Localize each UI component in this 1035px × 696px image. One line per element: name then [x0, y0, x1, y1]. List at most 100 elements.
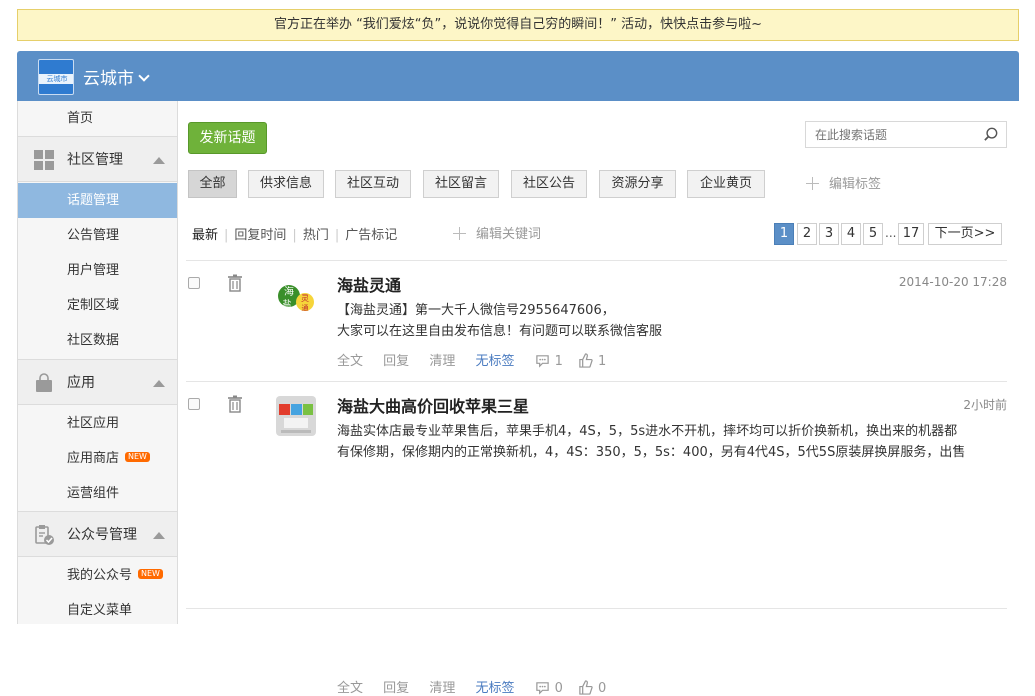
- comment-icon[interactable]: [535, 680, 550, 695]
- like-icon[interactable]: [578, 353, 593, 368]
- clean-link[interactable]: 清理: [429, 681, 455, 696]
- tag-link[interactable]: 无标签: [475, 354, 514, 369]
- sidebar-group-label: 社区管理: [67, 152, 123, 168]
- topic-time: 2小时前: [963, 398, 1007, 412]
- page-4[interactable]: 4: [841, 223, 861, 245]
- sidebar-item-community-apps[interactable]: 社区应用: [18, 406, 177, 441]
- grid-icon: [34, 150, 54, 170]
- sidebar-item-my-public-account[interactable]: 我的公众号 NEW: [18, 558, 177, 593]
- collapse-arrow-icon[interactable]: [153, 157, 165, 164]
- topic-avatar: 海 盐 灵 通: [276, 275, 316, 315]
- tag-all[interactable]: 全部: [188, 170, 237, 198]
- notice-banner[interactable]: 官方正在举办 “我们爱炫“负”，说说你觉得自己穷的瞬间！” 活动，快快点击参与啦…: [17, 9, 1019, 41]
- tag-supply-demand[interactable]: 供求信息: [248, 170, 324, 198]
- sort-latest[interactable]: 最新: [192, 228, 218, 243]
- city-name[interactable]: 云城市: [83, 69, 134, 89]
- sidebar-item-user-manage[interactable]: 用户管理: [18, 253, 177, 288]
- main-content: 发新话题 全部 供求信息 社区互动 社区留言 社区公告 资源分享 企业黄页 编辑…: [178, 101, 1019, 696]
- sort-hot[interactable]: 热门: [303, 228, 329, 243]
- new-badge: NEW: [125, 452, 150, 462]
- collapse-arrow-icon[interactable]: [153, 532, 165, 539]
- like-icon[interactable]: [578, 680, 593, 695]
- sidebar-group-public-account[interactable]: 公众号管理: [18, 511, 177, 557]
- collapse-arrow-icon[interactable]: [153, 380, 165, 387]
- reply-link[interactable]: 回复: [383, 354, 409, 369]
- full-text-link[interactable]: 全文: [337, 681, 363, 696]
- topic-title[interactable]: 海盐灵通: [337, 272, 401, 296]
- topic-body-line: 大家可以在这里自由发布信息！有问题可以联系微信客服: [337, 324, 663, 339]
- topic-time: 2014-10-20 17:28: [898, 275, 1007, 289]
- city-switcher[interactable]: 云城市: [83, 64, 150, 89]
- top-header: 云城市 云城市: [17, 51, 1019, 101]
- sidebar-group-label: 公众号管理: [67, 527, 137, 543]
- sidebar-item-custom-area[interactable]: 定制区域: [18, 288, 177, 323]
- divider: [186, 608, 1007, 609]
- topic-checkbox[interactable]: [188, 277, 200, 289]
- topic-body-line: 有保修期，保修期内的正常换新机，4，4S：350，5，5s：400，另有4代4S…: [337, 445, 966, 460]
- tag-link[interactable]: 无标签: [475, 681, 514, 696]
- full-text-link[interactable]: 全文: [337, 354, 363, 369]
- plus-icon: [453, 227, 466, 240]
- sidebar-item-operation-widgets[interactable]: 运营组件: [18, 476, 177, 511]
- new-topic-button[interactable]: 发新话题: [188, 122, 267, 154]
- page-1[interactable]: 1: [774, 223, 794, 245]
- new-badge: NEW: [138, 569, 163, 579]
- sidebar-item-announcement-manage[interactable]: 公告管理: [18, 218, 177, 253]
- svg-text:灵: 灵: [301, 294, 309, 303]
- sidebar-item-community-data[interactable]: 社区数据: [18, 323, 177, 358]
- trash-icon[interactable]: [226, 274, 244, 292]
- tag-community-interaction[interactable]: 社区互动: [335, 170, 411, 198]
- sidebar-item-label: 应用商店: [67, 451, 120, 466]
- sidebar-item-custom-menu[interactable]: 自定义菜单: [18, 593, 177, 628]
- sort-reply-time[interactable]: 回复时间: [234, 228, 286, 243]
- topic-title[interactable]: 海盐大曲高价回收苹果三星: [337, 393, 529, 417]
- comment-icon[interactable]: [535, 353, 550, 368]
- sidebar-item-topic-manage[interactable]: 话题管理: [18, 183, 177, 218]
- sidebar-item-label: 我的公众号: [67, 568, 133, 583]
- topic-checkbox[interactable]: [188, 398, 200, 410]
- clean-link[interactable]: 清理: [429, 354, 455, 369]
- notice-text[interactable]: 官方正在举办 “我们爱炫“负”，说说你觉得自己穷的瞬间！” 活动，快快点击参与啦…: [274, 17, 762, 32]
- comment-count: 0: [554, 681, 563, 696]
- topic-body: 【海盐灵通】第一大千人微信号2955647606， 大家可以在这里自由发布信息！…: [337, 300, 1007, 342]
- topic-body-line: 【海盐灵通】第一大千人微信号2955647606，: [337, 303, 615, 318]
- chevron-down-icon[interactable]: [138, 70, 150, 82]
- page-3[interactable]: 3: [819, 223, 839, 245]
- sidebar-group-label: 应用: [67, 375, 95, 391]
- edit-keywords-label: 编辑关键词: [476, 227, 542, 242]
- page-5[interactable]: 5: [863, 223, 883, 245]
- page-last[interactable]: 17: [898, 223, 924, 245]
- edit-keywords-button[interactable]: 编辑关键词: [453, 223, 541, 242]
- tag-business-directory[interactable]: 企业黄页: [687, 170, 765, 198]
- sidebar-item-home[interactable]: 首页: [18, 101, 177, 136]
- sidebar-group-apps[interactable]: 应用: [18, 359, 177, 405]
- page-2[interactable]: 2: [797, 223, 817, 245]
- sort-options: 最新 | 回复时间 | 热门 | 广告标记: [192, 228, 398, 243]
- svg-text:通: 通: [302, 303, 309, 312]
- sidebar: 首页 社区管理 话题管理 公告管理 用户管理 定制区域 社区数据 应用 社区应用…: [17, 101, 178, 624]
- topic-avatar: [276, 396, 316, 436]
- search-box: [805, 121, 1007, 148]
- clipboard-check-icon: [35, 525, 54, 545]
- tag-resource-sharing[interactable]: 资源分享: [599, 170, 676, 198]
- search-input[interactable]: [806, 122, 976, 147]
- topic-body: 海盐实体店最专业苹果售后，苹果手机4，4S，5，5s进水不开机，摔坏均可以折价换…: [337, 421, 1007, 463]
- trash-icon[interactable]: [226, 395, 244, 413]
- next-page-button[interactable]: 下一页>>: [928, 223, 1002, 245]
- bag-icon: [36, 373, 52, 392]
- divider: [186, 381, 1007, 382]
- sort-ad-mark[interactable]: 广告标记: [345, 228, 397, 243]
- sidebar-item-app-store[interactable]: 应用商店 NEW: [18, 441, 177, 476]
- tag-community-messages[interactable]: 社区留言: [423, 170, 499, 198]
- search-icon[interactable]: [984, 127, 998, 141]
- sidebar-group-community[interactable]: 社区管理: [18, 136, 177, 182]
- edit-tags-label: 编辑标签: [829, 177, 882, 192]
- like-count: 0: [598, 681, 607, 696]
- svg-text:海: 海: [284, 285, 294, 298]
- comment-count: 1: [554, 354, 563, 369]
- logo-text: 云城市: [46, 75, 68, 83]
- tag-community-announcements[interactable]: 社区公告: [511, 170, 587, 198]
- edit-tags-button[interactable]: 编辑标签: [806, 173, 881, 192]
- plus-icon: [806, 177, 819, 190]
- reply-link[interactable]: 回复: [383, 681, 409, 696]
